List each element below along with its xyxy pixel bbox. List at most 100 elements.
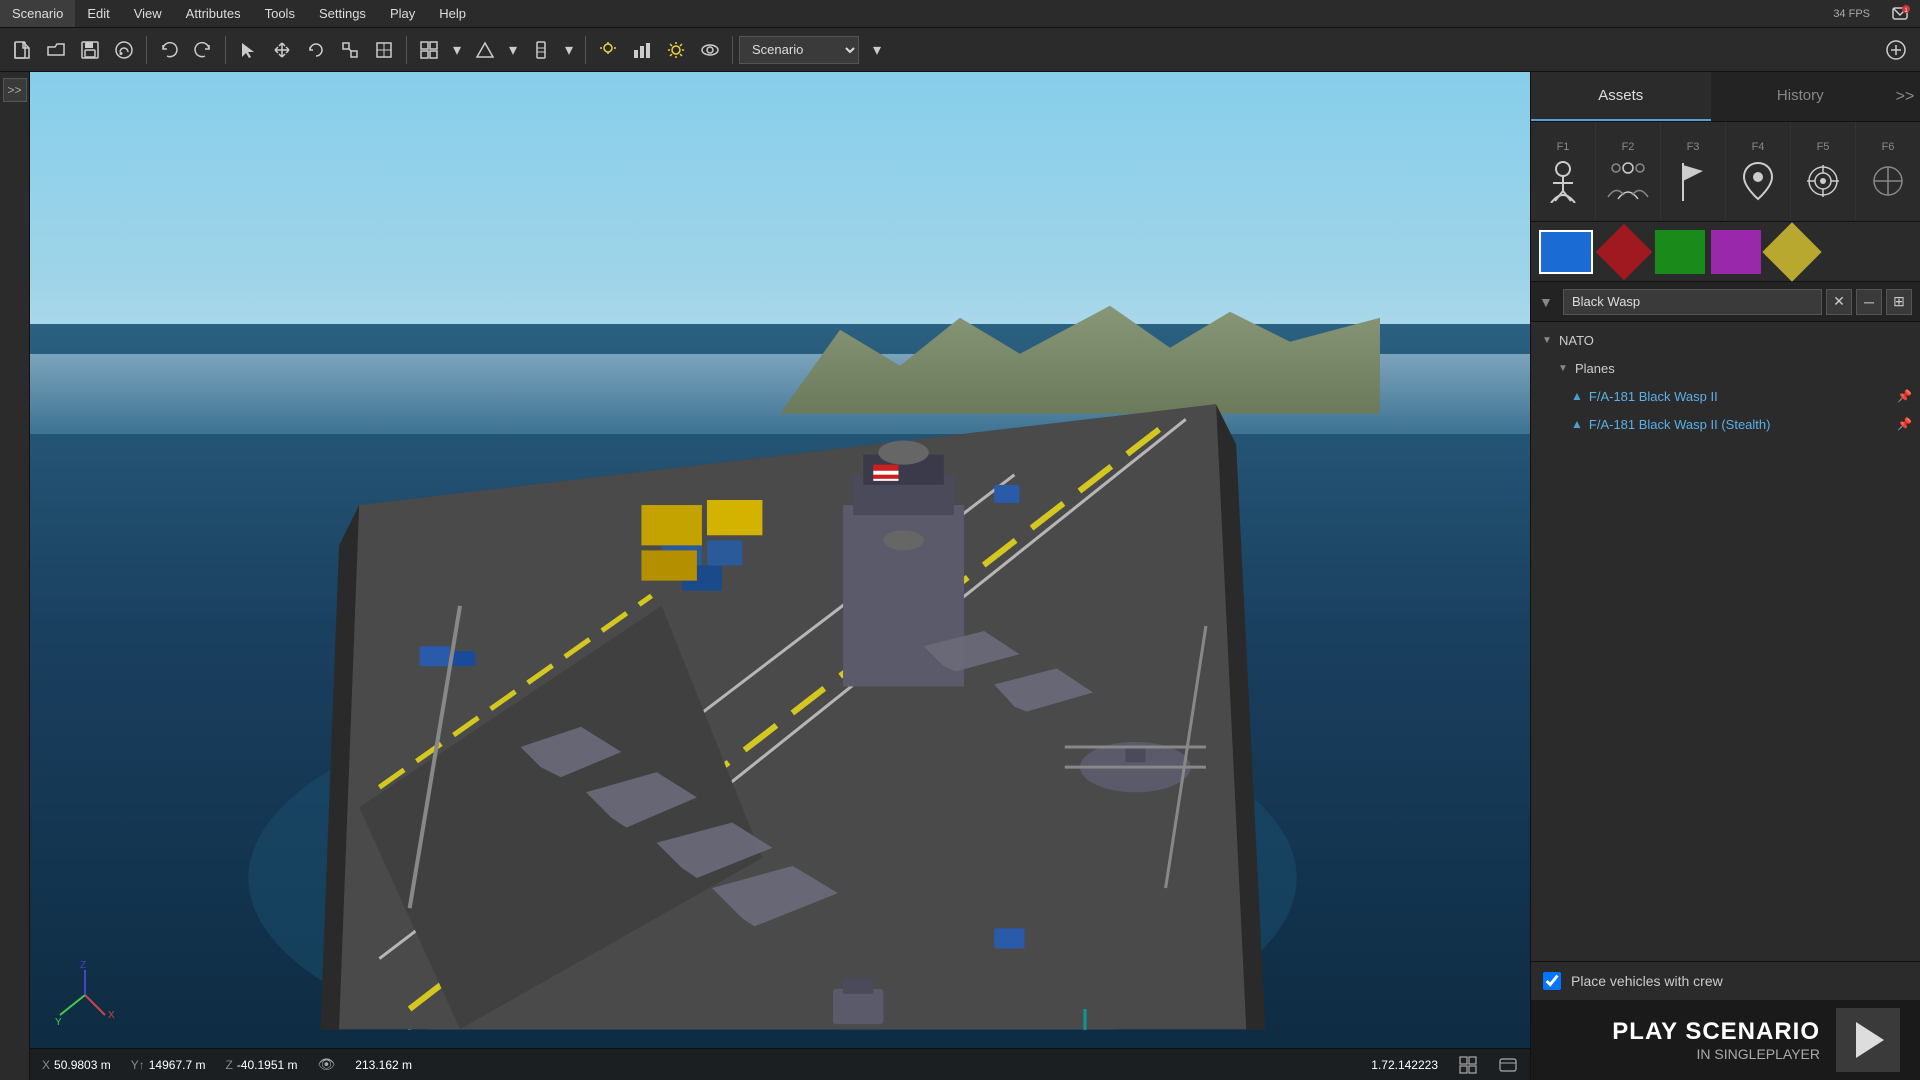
separator-2	[225, 36, 226, 64]
menu-attributes[interactable]: Attributes	[174, 0, 253, 27]
light-button[interactable]	[660, 34, 692, 66]
open-file-button[interactable]	[40, 34, 72, 66]
separator-1	[146, 36, 147, 64]
swatch-green[interactable]	[1655, 230, 1705, 274]
distance-item: 213.162 m	[355, 1058, 412, 1072]
play-triangle-icon	[1856, 1022, 1884, 1058]
search-toggle[interactable]: ▼	[1539, 292, 1559, 312]
move-button[interactable]	[266, 34, 298, 66]
tree-node-planes[interactable]: ▼ Planes	[1531, 354, 1920, 382]
play-scenario-text: PLAY SCENARIO IN SINGLEPLAYER	[1612, 1018, 1820, 1062]
menu-help[interactable]: Help	[427, 0, 478, 27]
menu-bar: Scenario Edit View Attributes Tools Sett…	[0, 0, 1920, 28]
grid-button[interactable]	[413, 34, 445, 66]
viewport[interactable]: X Y Z X 50.9803 m Y↑ 14967.7 m Z -40.195…	[30, 72, 1530, 1080]
status-bar: X 50.9803 m Y↑ 14967.7 m Z -40.1951 m 👁 …	[30, 1048, 1530, 1080]
select-button[interactable]	[232, 34, 264, 66]
tree-label-blackwasp2: F/A-181 Black Wasp II (Stealth)	[1589, 417, 1771, 432]
tree-node-blackwasp2[interactable]: ▲ F/A-181 Black Wasp II (Stealth) 📌	[1531, 410, 1920, 438]
expand-search-button[interactable]: ⊞	[1886, 289, 1912, 315]
fkey-f1-icon	[1541, 159, 1585, 203]
terrain-button[interactable]	[469, 34, 501, 66]
color-swatches	[1531, 222, 1920, 282]
scenario-dropdown-btn[interactable]: ▾	[861, 34, 893, 66]
tree-node-nato[interactable]: ▼ NATO	[1531, 326, 1920, 354]
menu-play[interactable]: Play	[378, 0, 427, 27]
fkey-f1[interactable]: F1	[1531, 122, 1596, 221]
fkey-f6-label: F6	[1882, 141, 1895, 153]
menu-settings[interactable]: Settings	[307, 0, 378, 27]
tree-area[interactable]: ▼ NATO ▼ Planes ▲ F/A-181 Black Wasp II …	[1531, 322, 1920, 961]
pin-icon-2[interactable]: 📌	[1897, 417, 1912, 431]
minimize-search-button[interactable]: ─	[1856, 289, 1882, 315]
swatch-blue[interactable]	[1539, 230, 1593, 274]
addons-button[interactable]	[1878, 34, 1914, 66]
tab-assets[interactable]: Assets	[1531, 72, 1711, 121]
vision-button[interactable]	[694, 34, 726, 66]
clear-search-button[interactable]: ✕	[1826, 289, 1852, 315]
menu-edit[interactable]: Edit	[75, 0, 121, 27]
notification-icon[interactable]: 1	[1890, 4, 1910, 24]
svg-text:Y: Y	[55, 1017, 62, 1028]
menu-scenario[interactable]: Scenario	[0, 0, 75, 27]
fkey-f4[interactable]: F4	[1726, 122, 1791, 221]
pin-icon-1[interactable]: 📌	[1897, 389, 1912, 403]
rotate-button[interactable]	[300, 34, 332, 66]
menu-tools[interactable]: Tools	[253, 0, 307, 27]
coord-y-value: 14967.7 m	[149, 1058, 206, 1072]
toolbar: ▾ ▾ ▾ Scenario ▾	[0, 28, 1920, 72]
svg-text:Z: Z	[80, 960, 86, 971]
tab-history[interactable]: History	[1711, 72, 1891, 121]
search-input[interactable]	[1563, 289, 1822, 315]
fkey-f4-label: F4	[1752, 141, 1765, 153]
fkey-f3[interactable]: F3	[1661, 122, 1726, 221]
scenario-select[interactable]: Scenario	[739, 36, 859, 64]
grid-toggle-item[interactable]	[1458, 1055, 1478, 1075]
swatch-gold-diamond[interactable]	[1767, 230, 1817, 274]
fkey-f2-label: F2	[1622, 141, 1635, 153]
tree-label-planes: Planes	[1575, 361, 1615, 376]
left-panel-toggle[interactable]: >>	[3, 78, 27, 102]
tree-node-blackwasp1[interactable]: ▲ F/A-181 Black Wasp II 📌	[1531, 382, 1920, 410]
terrain-dropdown[interactable]: ▾	[503, 34, 523, 66]
scale-item: 1.72.142223	[1371, 1058, 1438, 1072]
redo-button[interactable]	[187, 34, 219, 66]
coord-z-value: -40.1951 m	[237, 1058, 298, 1072]
fkey-f5[interactable]: F5	[1791, 122, 1856, 221]
info-toggle-item[interactable]	[1498, 1055, 1518, 1075]
fkey-f6[interactable]: F6	[1856, 122, 1920, 221]
expand-panel-button[interactable]: >>	[1890, 72, 1920, 121]
right-panel: Assets History >> F1	[1530, 72, 1920, 1080]
bottom-controls: Place vehicles with crew	[1531, 961, 1920, 1000]
play-scenario-sub-label: IN SINGLEPLAYER	[1612, 1046, 1820, 1062]
coord-z-label: Z	[225, 1058, 232, 1072]
scale-button[interactable]	[334, 34, 366, 66]
bars-button[interactable]	[626, 34, 658, 66]
marker-button[interactable]	[525, 34, 557, 66]
grid-dropdown[interactable]: ▾	[447, 34, 467, 66]
fkey-row: F1 F2	[1531, 122, 1920, 222]
swatch-red-diamond[interactable]	[1599, 230, 1649, 274]
right-panel-tabs: Assets History >>	[1531, 72, 1920, 122]
crew-checkbox-label[interactable]: Place vehicles with crew	[1571, 973, 1723, 989]
fkey-f3-icon	[1671, 159, 1715, 203]
new-file-button[interactable]	[6, 34, 38, 66]
terrain-group: ▾	[469, 34, 523, 66]
fkey-f2[interactable]: F2	[1596, 122, 1661, 221]
snap-button[interactable]	[368, 34, 400, 66]
crew-checkbox[interactable]	[1543, 972, 1561, 990]
steam-button[interactable]	[108, 34, 140, 66]
marker-group: ▾	[525, 34, 579, 66]
marker-dropdown[interactable]: ▾	[559, 34, 579, 66]
menu-view[interactable]: View	[122, 0, 174, 27]
fkey-f5-label: F5	[1817, 141, 1830, 153]
weather-button[interactable]	[592, 34, 624, 66]
main-area: >>	[0, 72, 1920, 1080]
swatch-purple[interactable]	[1711, 230, 1761, 274]
coord-y-label: Y↑	[131, 1058, 145, 1072]
coord-x-item: X 50.9803 m	[42, 1058, 111, 1072]
undo-button[interactable]	[153, 34, 185, 66]
save-file-button[interactable]	[74, 34, 106, 66]
play-button[interactable]	[1836, 1008, 1900, 1072]
play-scenario-main-label: PLAY SCENARIO	[1612, 1018, 1820, 1046]
